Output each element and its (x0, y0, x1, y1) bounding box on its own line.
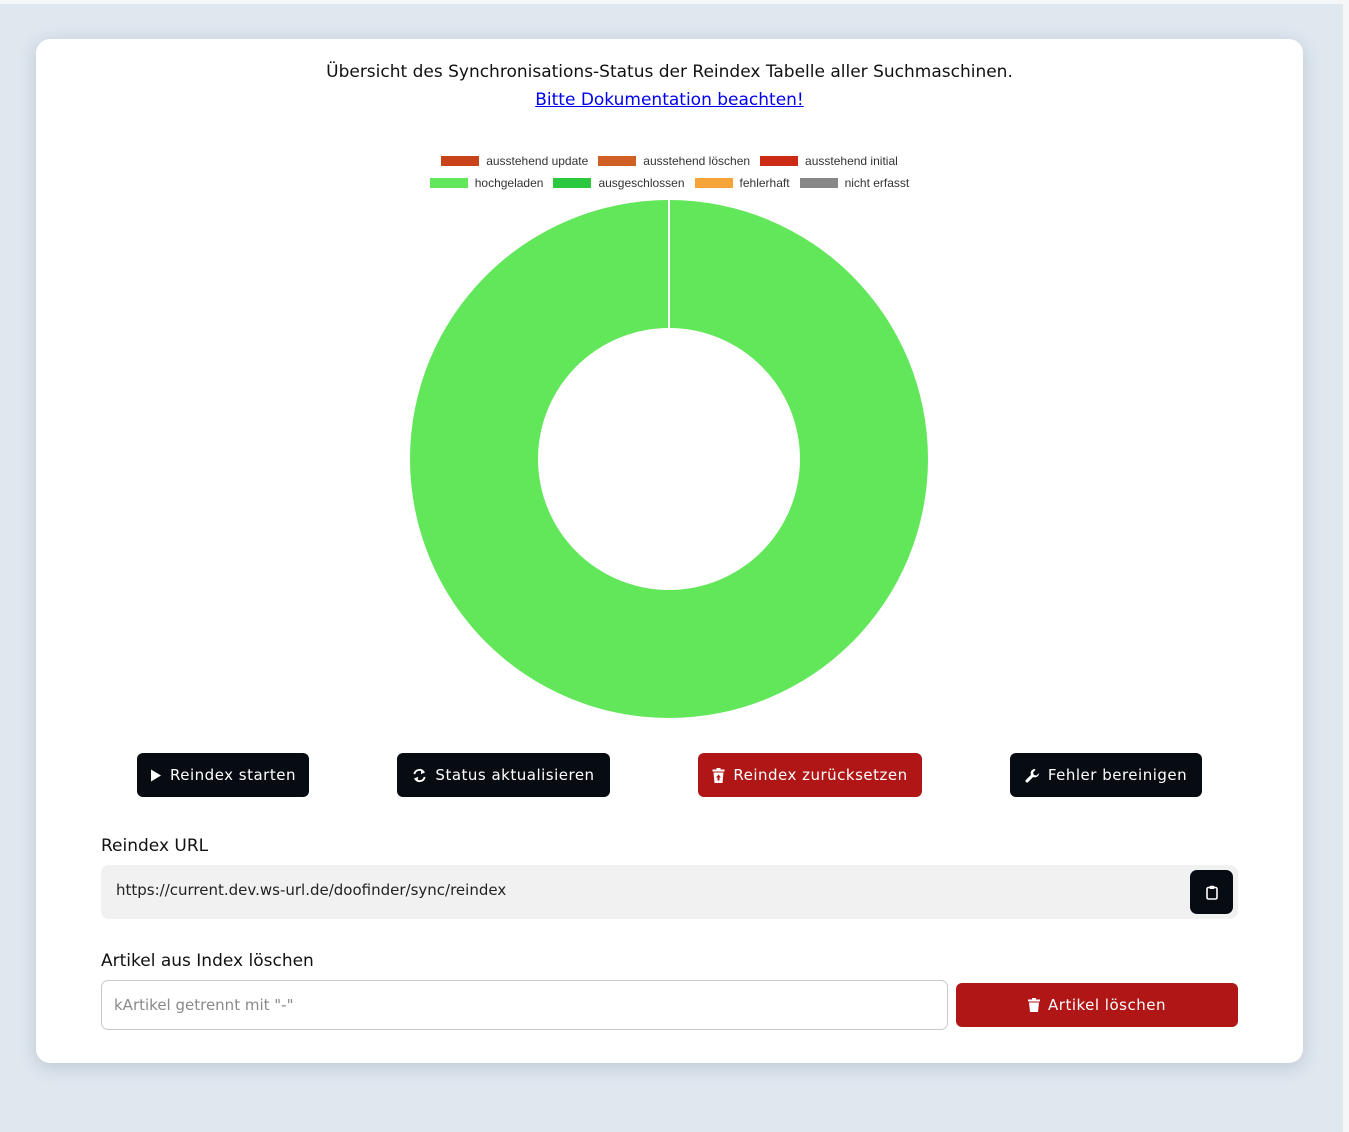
fix-errors-label: Fehler bereinigen (1047, 766, 1188, 784)
delete-articles-label-text: Artikel löschen (1048, 996, 1166, 1014)
status-refresh-label: Status aktualisieren (435, 766, 595, 784)
fix-errors-button[interactable]: Fehler bereinigen (1010, 753, 1202, 797)
reindex-url-label: Reindex URL (101, 836, 209, 856)
play-icon (150, 769, 162, 782)
article-ids-input[interactable] (101, 980, 948, 1030)
refresh-icon (412, 768, 427, 783)
reindex-start-label: Reindex starten (170, 766, 296, 784)
wrench-icon (1025, 768, 1040, 783)
reindex-start-button[interactable]: Reindex starten (137, 753, 309, 797)
reindex-url-field[interactable]: https://current.dev.ws-url.de/doofinder/… (101, 865, 1238, 919)
copy-url-button[interactable] (1190, 870, 1233, 914)
trash-restore-icon (712, 767, 725, 783)
trash-icon (1028, 998, 1041, 1012)
status-refresh-button[interactable]: Status aktualisieren (397, 753, 610, 797)
reindex-url-value[interactable]: https://current.dev.ws-url.de/doofinder/… (116, 881, 506, 899)
delete-articles-label: Artikel aus Index löschen (101, 951, 314, 971)
clipboard-icon (1205, 885, 1218, 900)
delete-articles-button[interactable]: Artikel löschen (956, 983, 1238, 1027)
reindex-reset-label: Reindex zurücksetzen (733, 766, 908, 784)
reindex-reset-button[interactable]: Reindex zurücksetzen (698, 753, 922, 797)
